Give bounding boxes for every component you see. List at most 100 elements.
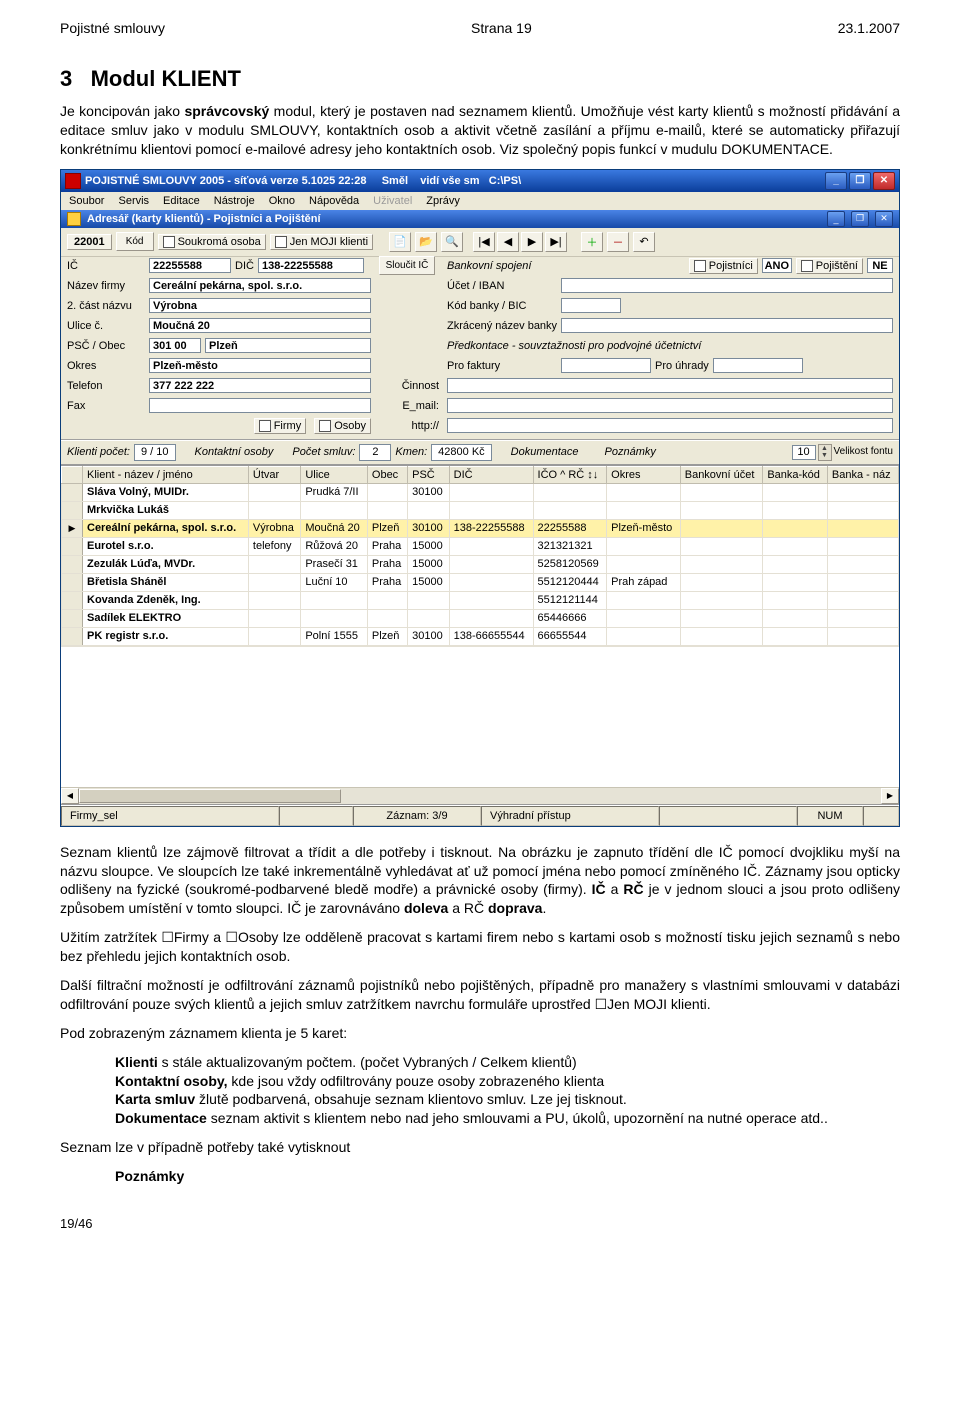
inp-nazev[interactable]: Cereální pekárna, spol. s.r.o.	[149, 278, 371, 293]
tab-kontaktni-osoby[interactable]: Kontaktní osoby	[188, 444, 281, 460]
tool-icon[interactable]: 📄	[389, 232, 411, 252]
nav-next[interactable]: ▶	[521, 232, 543, 252]
table-row[interactable]: Kovanda Zdeněk, Ing.5512121144	[62, 591, 899, 609]
column-header[interactable]: Okres	[607, 466, 681, 483]
inp-cast2[interactable]: Výrobna	[149, 298, 371, 313]
table-row[interactable]: Eurotel s.r.o.telefonyRůžová 20Praha1500…	[62, 537, 899, 555]
chk-pojisteni[interactable]: Pojištění	[796, 258, 863, 274]
menu-item[interactable]: Okno	[269, 195, 295, 207]
mdi-minimize[interactable]: _	[827, 211, 845, 227]
inp-okres[interactable]: Plzeň-město	[149, 358, 371, 373]
statusbar: Firmy_sel Záznam: 3/9 Výhradní přístup N…	[61, 805, 899, 826]
inp-http[interactable]	[447, 418, 893, 433]
mdi-titlebar[interactable]: Adresář (karty klientů) - Pojistníci a P…	[61, 210, 899, 228]
table-row[interactable]: Sláva Volný, MUIDr.Prudká 7/II30100	[62, 483, 899, 501]
inp-dic[interactable]: 138-22255588	[258, 258, 364, 273]
table-row[interactable]: Mrkvička Lukáš	[62, 501, 899, 519]
nav-prev[interactable]: ◀	[497, 232, 519, 252]
mdi-restore[interactable]: ❐	[851, 211, 869, 227]
menu-item[interactable]: Editace	[163, 195, 200, 207]
tool-icon[interactable]: 📂	[415, 232, 437, 252]
undo-icon[interactable]: ↶	[633, 232, 655, 252]
status-gap	[659, 806, 797, 826]
inp-ucet[interactable]	[561, 278, 893, 293]
font-size-spinner[interactable]: ▲▼	[818, 444, 832, 461]
chk-pojistnici[interactable]: Pojistníci	[689, 258, 758, 274]
inp-email[interactable]	[447, 398, 893, 413]
column-header[interactable]: Obec	[367, 466, 407, 483]
tab-poznamky[interactable]: Poznámky	[598, 444, 663, 460]
inp-telefon[interactable]: 377 222 222	[149, 378, 371, 393]
inp-cinnost[interactable]	[447, 378, 893, 393]
scrollbar-horizontal[interactable]: ◀ ▶	[61, 787, 899, 804]
tab-pocet-smluv[interactable]: Počet smluv: 2 Kmen: 42800 Kč	[292, 444, 491, 461]
checkbox-icon	[163, 236, 175, 248]
font-size-value[interactable]: 10	[792, 445, 816, 460]
inp-ic[interactable]: 22255588	[149, 258, 231, 273]
para-firmy-osoby: Užitím zatržítek ☐Firmy a ☐Osoby lze odd…	[60, 928, 900, 966]
delete-icon[interactable]: －	[607, 232, 629, 252]
chk-jen-moji-klienti[interactable]: Jen MOJI klienti	[270, 234, 373, 250]
table-row[interactable]: Sadílek ELEKTRO65446666	[62, 609, 899, 627]
column-header[interactable]: Klient - název / jméno	[83, 466, 249, 483]
scroll-thumb[interactable]	[79, 789, 341, 803]
lbl-http: http://	[379, 420, 439, 432]
column-header[interactable]: Ulice	[301, 466, 368, 483]
tab-klienti[interactable]: Klienti počet: 9 / 10	[67, 444, 176, 461]
kod-button[interactable]: Kód	[116, 232, 154, 251]
val-pojistnici: ANO	[762, 258, 792, 273]
inp-uhrady[interactable]	[713, 358, 803, 373]
scroll-left[interactable]: ◀	[61, 788, 79, 804]
chk-firmy[interactable]: Firmy	[254, 418, 307, 434]
column-header[interactable]: IČO ^ RČ ↕↓	[533, 466, 607, 483]
lbl-cinnost: Činnost	[379, 380, 439, 392]
grid-empty-area	[61, 646, 899, 787]
mdi-close[interactable]: ✕	[875, 211, 893, 227]
card-line: Kontaktní osoby, kde jsou vždy odfiltrov…	[115, 1072, 900, 1091]
menu-item[interactable]: Soubor	[69, 195, 104, 207]
table-row[interactable]: Břetisla ShánělLuční 10Praha150005512120…	[62, 573, 899, 591]
column-header[interactable]: Útvar	[248, 466, 300, 483]
menu-item[interactable]: Servis	[118, 195, 149, 207]
record-number[interactable]: 22001	[67, 234, 112, 250]
nav-last[interactable]: ▶|	[545, 232, 567, 252]
title-a: POJISTNÉ SMLOUVY 2005 - síťová verze 5.1…	[85, 175, 366, 187]
column-header[interactable]: Bankovní účet	[680, 466, 763, 483]
title-b: Směl	[382, 175, 408, 187]
menu-item[interactable]: Nápověda	[309, 195, 359, 207]
column-header[interactable]: DIČ	[449, 466, 533, 483]
add-icon[interactable]: ＋	[581, 232, 603, 252]
btn-sloucit-ic[interactable]: Sloučit IČ	[379, 256, 435, 275]
maximize-button[interactable]: ❐	[849, 172, 871, 190]
table-row[interactable]: ▶Cereální pekárna, spol. s.r.o.VýrobnaMo…	[62, 519, 899, 537]
minimize-button[interactable]: _	[825, 172, 847, 190]
menu-item[interactable]: Uživatel	[373, 195, 412, 207]
table-row[interactable]: Zezulák Lúďa, MVDr.Prasečí 31Praha150005…	[62, 555, 899, 573]
scroll-right[interactable]: ▶	[881, 788, 899, 804]
table-row[interactable]: PK registr s.r.o.Polní 1555Plzeň30100138…	[62, 627, 899, 645]
inp-ulice[interactable]: Moučná 20	[149, 318, 371, 333]
titlebar[interactable]: POJISTNÉ SMLOUVY 2005 - síťová verze 5.1…	[61, 170, 899, 192]
chk-osoby[interactable]: Osoby	[314, 418, 371, 434]
lbl-cast2: 2. část názvu	[67, 300, 132, 312]
nav-first[interactable]: |◀	[473, 232, 495, 252]
para-filter: Seznam klientů lze zájmově filtrovat a t…	[60, 843, 900, 919]
inp-psc[interactable]: 301 00	[149, 338, 201, 353]
status-vyhradni: Výhradní přístup	[481, 806, 659, 826]
chk-soukroma-osoba[interactable]: Soukromá osoba	[158, 234, 266, 250]
close-button[interactable]: ✕	[873, 172, 895, 190]
column-header[interactable]: PSČ	[408, 466, 450, 483]
menu-item[interactable]: Zprávy	[426, 195, 460, 207]
inp-faktury[interactable]	[561, 358, 651, 373]
tab-dokumentace[interactable]: Dokumentace	[504, 444, 586, 460]
grid[interactable]: Klient - název / jménoÚtvarUliceObecPSČD…	[61, 465, 899, 805]
search-icon[interactable]: 🔍	[441, 232, 463, 252]
inp-obec[interactable]: Plzeň	[205, 338, 371, 353]
menu-item[interactable]: Nástroje	[214, 195, 255, 207]
column-header[interactable]: Banka-kód	[763, 466, 828, 483]
inp-fax[interactable]	[149, 398, 371, 413]
column-header[interactable]: Banka - náz	[827, 466, 898, 483]
inp-kodbanky[interactable]	[561, 298, 621, 313]
inp-zkraz[interactable]	[561, 318, 893, 333]
toolbar: 22001 Kód Soukromá osoba Jen MOJI klient…	[61, 228, 899, 257]
